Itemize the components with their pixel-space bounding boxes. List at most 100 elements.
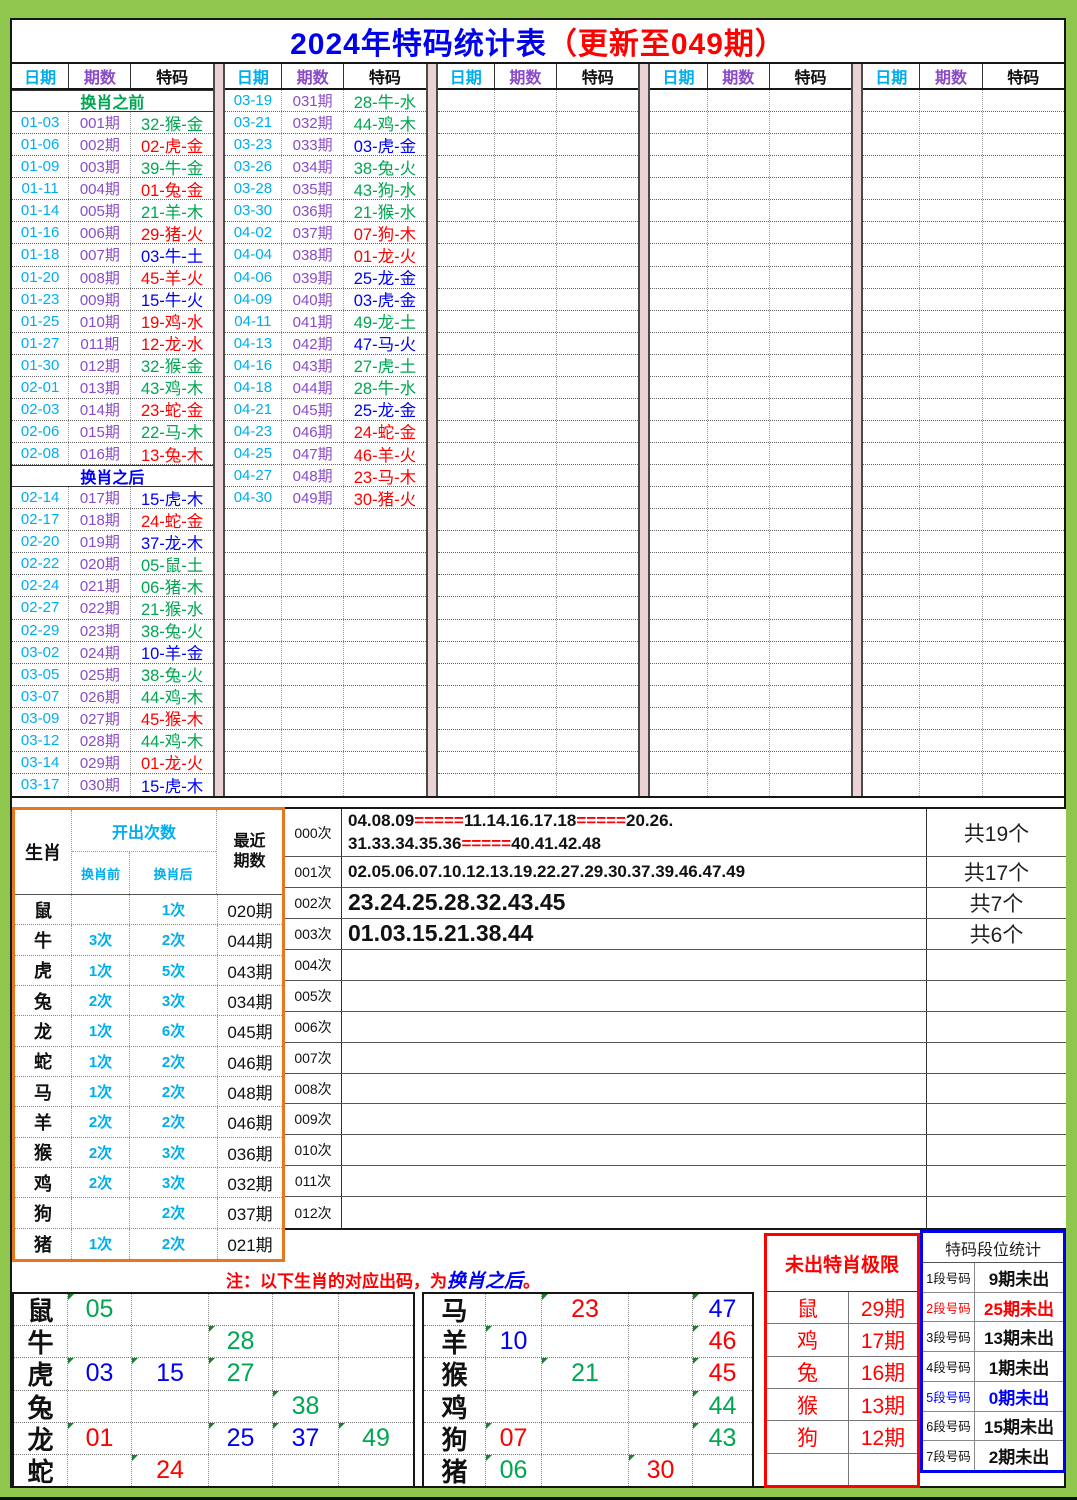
draw-period [493, 597, 556, 619]
empty-row [863, 90, 1064, 113]
empty-row [863, 288, 1064, 311]
frequency-label: 008次 [285, 1073, 342, 1104]
draw-date: 01-09 [20, 158, 60, 176]
draw-date [438, 178, 494, 199]
draw-row: 04-02 037期 07-狗-木 [224, 222, 426, 245]
draw-period [919, 200, 981, 222]
draw-period [281, 641, 343, 663]
number-cell: 44 [692, 1390, 752, 1422]
draw-code [981, 509, 1064, 531]
segment-label: 7段号码 [923, 1441, 975, 1471]
draw-date [650, 774, 706, 796]
frequency-numbers: 02.05.06.07.10.12.13.19.22.27.29.30.37.3… [342, 857, 926, 887]
frequency-numbers [342, 981, 926, 1011]
frequency-numbers: 01.03.15.21.38.44 [342, 919, 926, 949]
draw-row: 02-24 021期 06-猪-木 [12, 575, 213, 598]
draw-code [556, 619, 638, 641]
draw-row: 04-21 045期 25-龙-金 [224, 398, 426, 421]
draw-period [493, 134, 556, 156]
draw-row: 04-18 044期 28-牛-水 [224, 376, 426, 399]
draw-date: 04-30 [233, 489, 273, 507]
count-after: 3次 [129, 1167, 217, 1198]
recent-period: 044期 [217, 925, 282, 955]
draw-date [225, 686, 281, 707]
empty-row [437, 156, 639, 179]
draw-code [981, 244, 1064, 266]
frequency-row: 011次 [285, 1166, 1066, 1198]
draw-date: 04-04 [233, 246, 273, 264]
date-header: 日期 [236, 70, 269, 87]
frequency-numbers [342, 950, 926, 980]
draw-period [919, 707, 981, 729]
draw-date [438, 553, 494, 574]
draw-period [919, 288, 981, 310]
missing-zodiac-row: 鼠 29期 [767, 1292, 917, 1325]
draw-period: 011期 [68, 332, 130, 354]
empty-row [863, 685, 1064, 708]
missing-zodiac-periods: 29期 [860, 1297, 906, 1321]
draw-date [438, 90, 494, 111]
draw-date [650, 112, 706, 133]
draw-date [863, 686, 919, 707]
draw-code [556, 156, 638, 178]
draw-date [225, 553, 281, 574]
draw-code [556, 354, 638, 376]
frequency-row: 004次 [285, 950, 1066, 981]
empty-row [650, 420, 852, 443]
column-header-row: 日期 期数 特码 [650, 64, 852, 90]
zodiac-stats-row: 猪 1次 2次 021期 [15, 1228, 282, 1259]
draw-code [556, 575, 638, 597]
draw-period: 036期 [281, 200, 343, 222]
empty-row [437, 443, 639, 466]
column-separator [212, 64, 225, 796]
draw-code [768, 354, 851, 376]
draw-period: 033期 [281, 134, 343, 156]
draw-code: 49-龙-土 [343, 310, 425, 332]
draw-row: 03-28 035期 43-狗-水 [224, 178, 426, 201]
draw-period [706, 729, 769, 751]
draw-code: 47-马-火 [343, 332, 425, 354]
segment-stats-row: 3段号码 13期未出 [923, 1322, 1063, 1353]
draw-code [768, 222, 851, 244]
draw-period: 020期 [68, 553, 130, 575]
equals-marker: ===== [576, 811, 626, 831]
phase-subheader-label: 换肖之后 [80, 470, 145, 488]
numbers-segment: 40.41.42.48 [511, 833, 601, 853]
frequency-numbers-text: 01.03.15.21.38.44 [348, 919, 533, 949]
draw-code [768, 619, 851, 641]
draw-code [556, 376, 638, 398]
draw-period [281, 707, 343, 729]
draw-date [863, 487, 919, 508]
draw-period: 017期 [68, 487, 130, 509]
number-cell: 05 [67, 1294, 131, 1326]
empty-row [863, 376, 1064, 399]
recent-period: 045期 [217, 1016, 282, 1046]
draw-code [768, 332, 851, 354]
phase-subheader-label: 换肖之前 [80, 95, 145, 113]
draws-column-group-5: 日期 期数 特码 [863, 64, 1064, 796]
draw-code: 32-猴-金 [130, 354, 212, 376]
empty-number-cell [541, 1454, 628, 1487]
draw-code: 07-狗-木 [343, 222, 425, 244]
count-after: 2次 [129, 1107, 217, 1137]
frequency-count: 共6个 [926, 919, 1066, 950]
draw-row: 01-25 010期 19-鸡-水 [12, 310, 213, 333]
zodiac-number-row: 虎 03 15 27 [14, 1358, 413, 1391]
code-header: 特码 [130, 64, 212, 88]
draw-code [556, 288, 638, 310]
segment-label: 5段号码 [923, 1381, 975, 1411]
empty-row [650, 641, 852, 664]
draw-code [343, 729, 425, 751]
draw-period: 016期 [68, 443, 130, 465]
draw-period: 009期 [68, 288, 130, 310]
draw-date: 02-20 [20, 533, 60, 551]
draw-row: 02-14 017期 15-虎-木 [12, 487, 213, 510]
zodiac-label: 牛 [27, 1328, 54, 1359]
empty-row [863, 310, 1064, 333]
empty-number-cell [485, 1390, 541, 1422]
draw-period: 035期 [281, 178, 343, 200]
draw-date [863, 553, 919, 574]
empty-row [650, 354, 852, 377]
draw-date: 02-17 [20, 511, 60, 529]
draw-date: 01-25 [20, 312, 60, 330]
